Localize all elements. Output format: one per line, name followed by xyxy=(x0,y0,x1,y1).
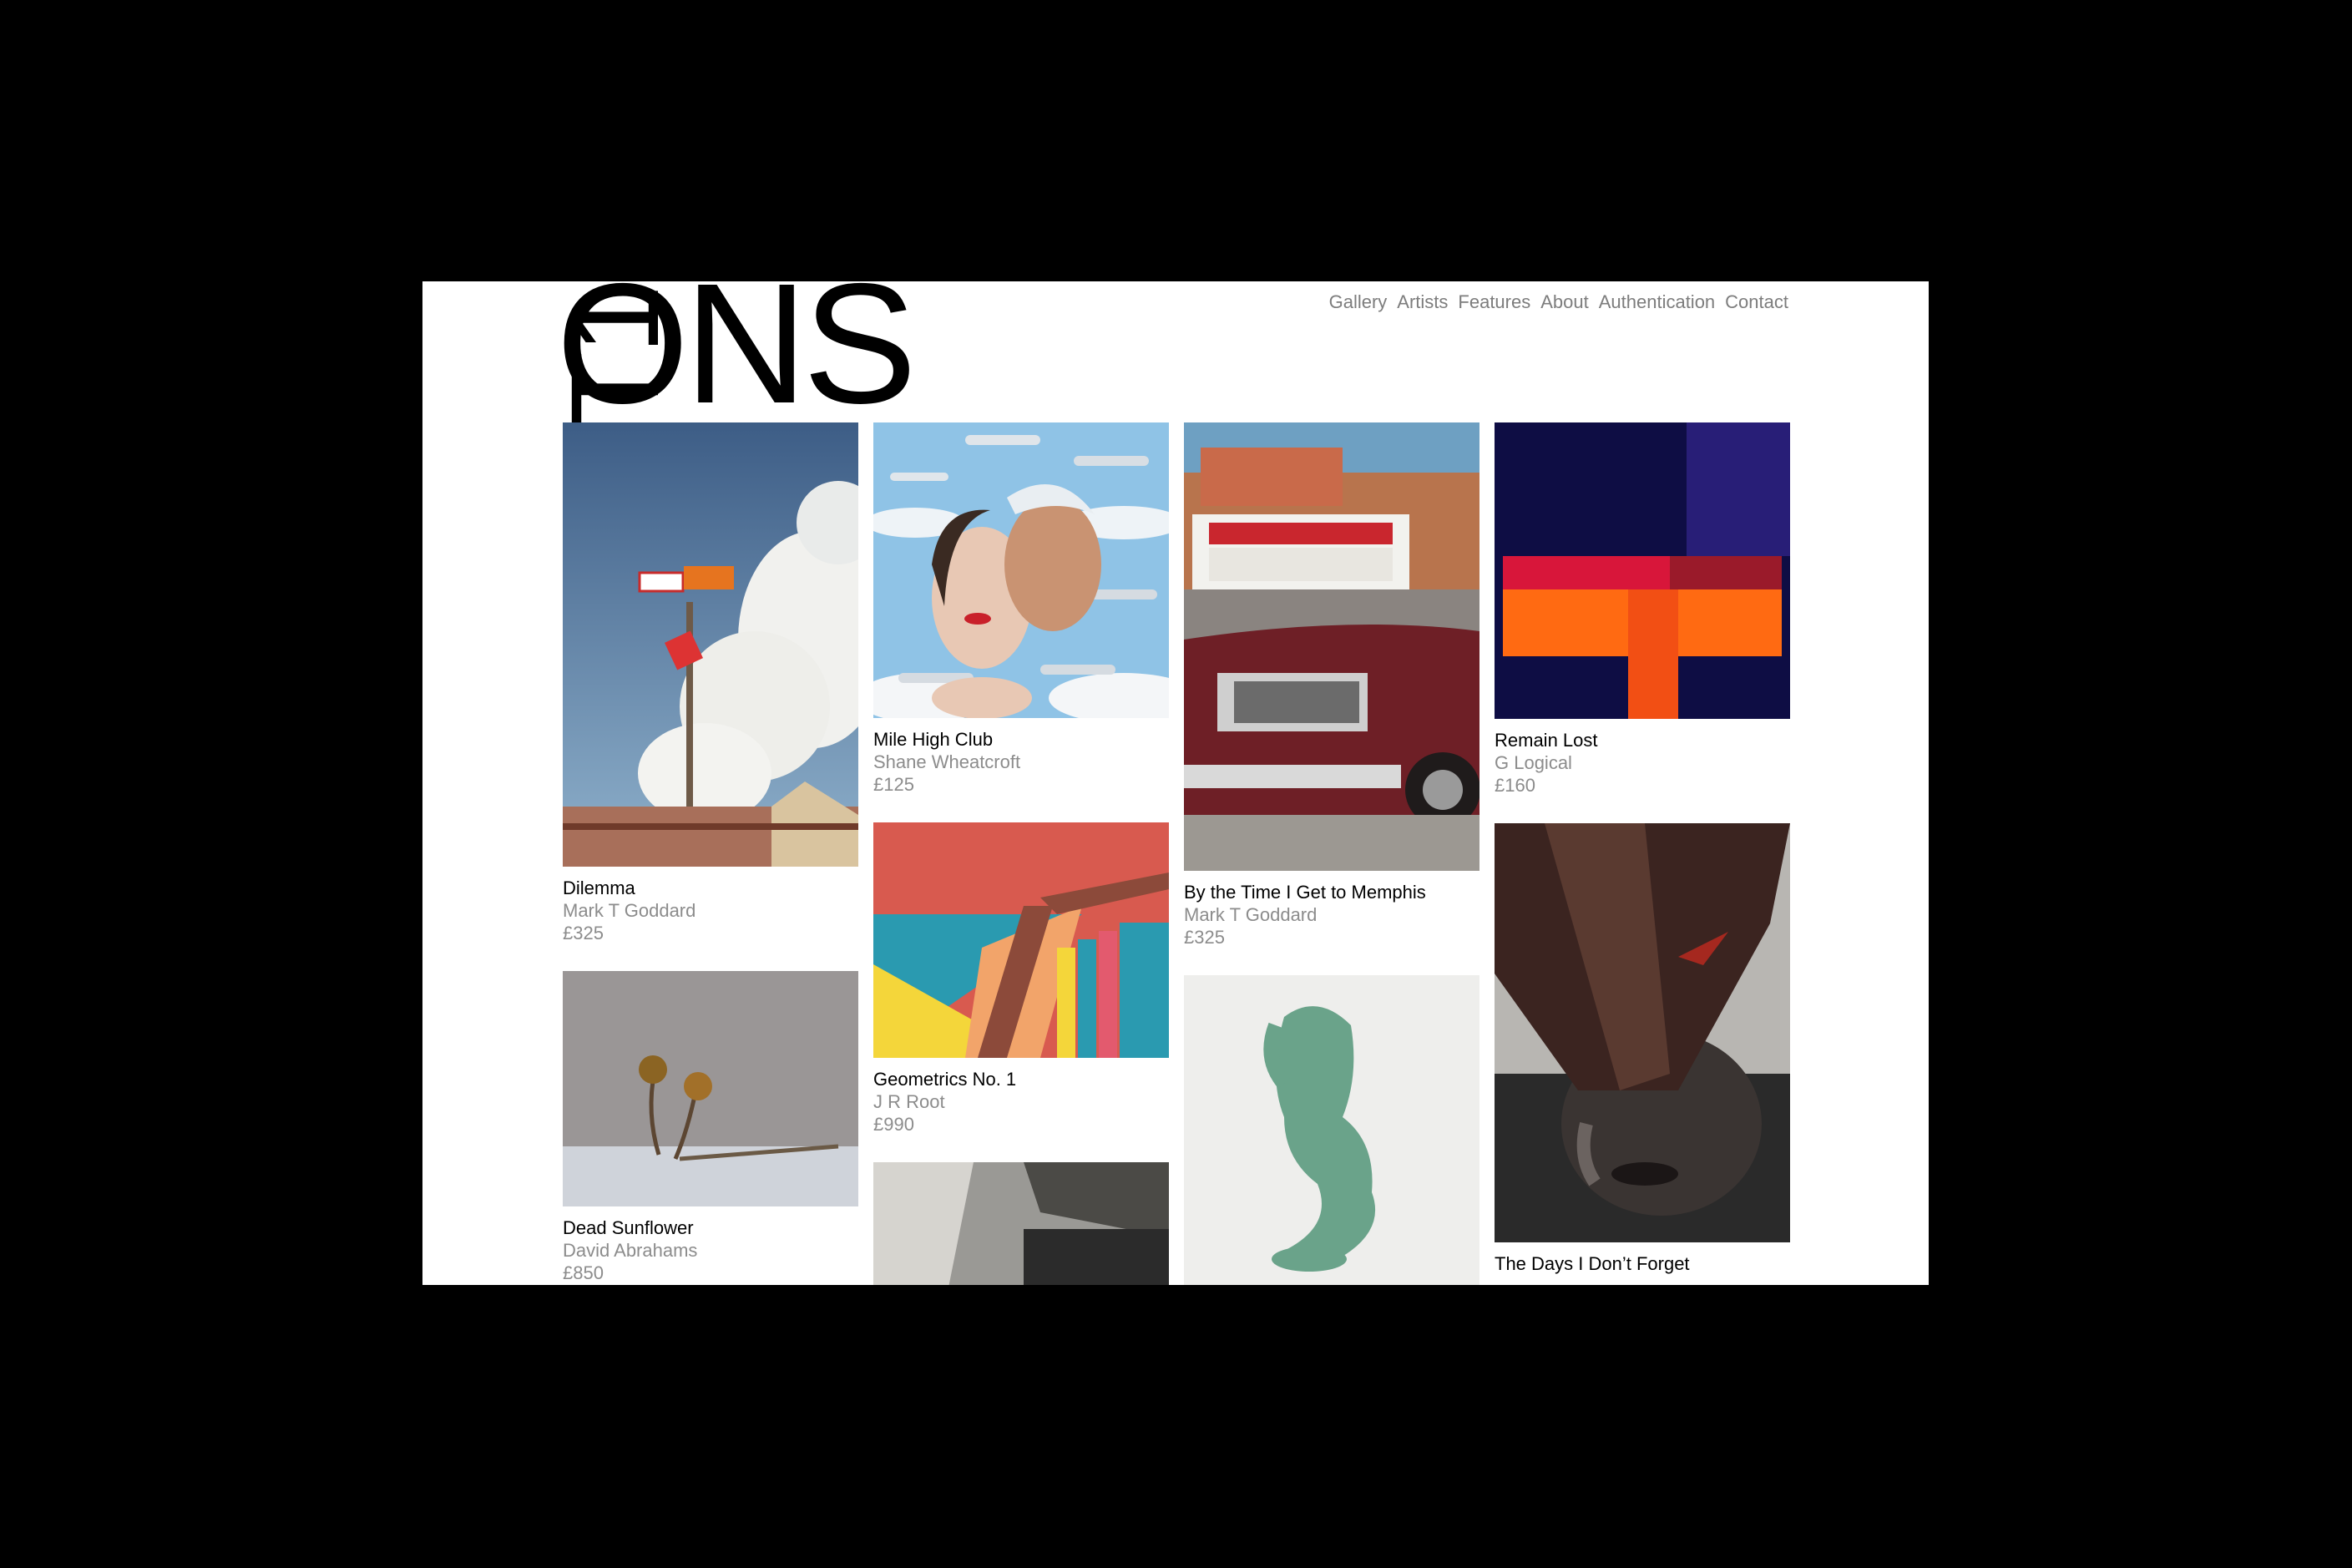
artwork-card[interactable]: Dead Sunflower David Abrahams £850 xyxy=(563,971,858,1284)
artwork-title[interactable]: Dilemma xyxy=(563,877,858,899)
artwork-image-green-figure[interactable] xyxy=(1184,975,1479,1285)
artwork-title[interactable]: Dead Sunflower xyxy=(563,1216,858,1239)
artwork-price: £160 xyxy=(1495,775,1535,796)
artwork-artist[interactable]: J R Root xyxy=(873,1090,1169,1113)
nav-features[interactable]: Features xyxy=(1458,291,1530,313)
artwork-card[interactable]: By the Time I Get to Memphis Mark T Godd… xyxy=(1184,422,1479,948)
artwork-artist[interactable]: Shane Wheatcroft xyxy=(873,751,1169,773)
artwork-card[interactable]: Mile High Club Shane Wheatcroft £125 xyxy=(873,422,1169,796)
artwork-title[interactable]: Remain Lost xyxy=(1495,729,1790,751)
artwork-artist[interactable]: G Logical xyxy=(1495,751,1790,774)
artwork-card[interactable]: Remain Lost G Logical £160 xyxy=(1495,422,1790,797)
artwork-image-dilemma[interactable] xyxy=(563,422,858,867)
artwork-image-dead-sunflower[interactable] xyxy=(563,971,858,1206)
artwork-artist[interactable]: David Abrahams xyxy=(563,1239,858,1262)
artwork-card[interactable]: Dilemma Mark T Goddard £325 xyxy=(563,422,858,944)
main-nav: Gallery Artists Features About Authentic… xyxy=(1329,291,1788,313)
artwork-title[interactable]: By the Time I Get to Memphis xyxy=(1184,881,1479,903)
artwork-artist[interactable]: Mark T Goddard xyxy=(563,899,858,922)
nav-about[interactable]: About xyxy=(1540,291,1589,313)
artwork-title[interactable]: The Days I Don’t Forget xyxy=(1495,1252,1790,1275)
artwork-image-mile-high-club[interactable] xyxy=(873,422,1169,718)
artwork-price: £325 xyxy=(563,923,604,943)
gallery-column-1: Dilemma Mark T Goddard £325 Dead Sunflow… xyxy=(563,422,858,1285)
gallery-column-2: Mile High Club Shane Wheatcroft £125 Geo… xyxy=(873,422,1169,1285)
nav-gallery[interactable]: Gallery xyxy=(1329,291,1388,313)
artwork-title[interactable]: Mile High Club xyxy=(873,728,1169,751)
gallery-column-4: Remain Lost G Logical £160 The Days I Do… xyxy=(1495,422,1790,1285)
nav-authentication[interactable]: Authentication xyxy=(1599,291,1715,313)
artwork-price: £125 xyxy=(873,774,914,795)
artwork-artist[interactable]: Mark T Goddard xyxy=(1184,903,1479,926)
nav-artists[interactable]: Artists xyxy=(1397,291,1448,313)
nav-contact[interactable]: Contact xyxy=(1725,291,1788,313)
artwork-image-days-i-dont-forget[interactable] xyxy=(1495,823,1790,1242)
artwork-card[interactable] xyxy=(1184,975,1479,1285)
artwork-price: £850 xyxy=(563,1262,604,1283)
artwork-card[interactable]: The Days I Don’t Forget xyxy=(1495,823,1790,1275)
artwork-price: £990 xyxy=(873,1114,914,1135)
gallery-column-3: By the Time I Get to Memphis Mark T Godd… xyxy=(1184,422,1479,1285)
artwork-image-monochrome-collage[interactable] xyxy=(873,1162,1169,1285)
artwork-price: £325 xyxy=(1184,927,1225,948)
artwork-image-geometrics[interactable] xyxy=(873,822,1169,1058)
artwork-title[interactable]: Geometrics No. 1 xyxy=(873,1068,1169,1090)
artwork-image-memphis[interactable] xyxy=(1184,422,1479,871)
artwork-card[interactable]: Geometrics No. 1 J R Root £990 xyxy=(873,822,1169,1136)
artwork-image-remain-lost[interactable] xyxy=(1495,422,1790,719)
browser-page: ONS EDIT1 Gallery Artists Features About… xyxy=(422,281,1929,1285)
artwork-card[interactable] xyxy=(873,1162,1169,1285)
